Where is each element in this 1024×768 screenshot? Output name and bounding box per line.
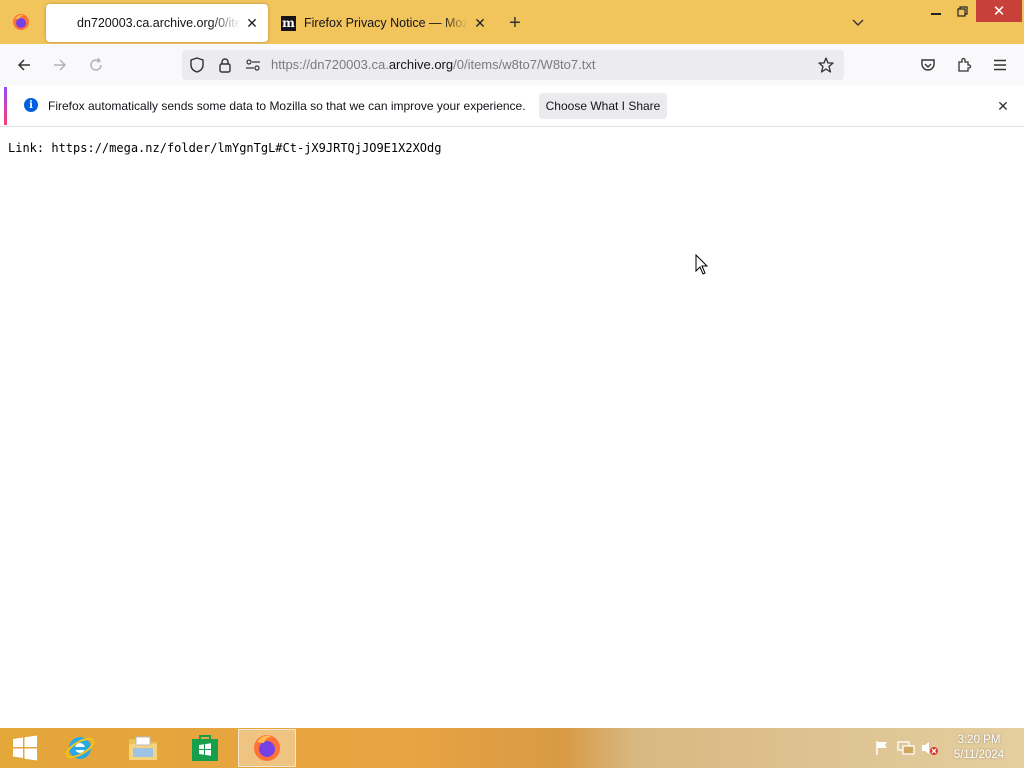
close-tab-icon[interactable]: ✕ <box>468 11 492 35</box>
notification-message: Firefox automatically sends some data to… <box>48 99 526 113</box>
tracking-protection-shield-icon[interactable] <box>187 55 207 75</box>
tab-archive-title: dn720003.ca.archive.org/0/items/w8to7/W8… <box>77 16 240 30</box>
new-tab-button[interactable]: + <box>502 10 528 36</box>
close-tab-icon[interactable]: ✕ <box>240 11 264 35</box>
permissions-icon[interactable] <box>243 55 263 75</box>
tab-archive[interactable]: dn720003.ca.archive.org/0/items/w8to7/W8… <box>46 4 268 42</box>
extensions-icon[interactable] <box>950 51 978 79</box>
bookmark-star-icon[interactable] <box>816 55 836 75</box>
internet-explorer-taskbar-icon[interactable] <box>51 729 109 767</box>
start-button[interactable] <box>0 728 50 768</box>
tab-strip: dn720003.ca.archive.org/0/items/w8to7/W8… <box>0 0 1024 44</box>
url-bar[interactable]: https://dn720003.ca.archive.org/0/items/… <box>182 50 844 80</box>
choose-what-i-share-button[interactable]: Choose What I Share <box>539 93 667 119</box>
forward-icon[interactable] <box>46 51 74 79</box>
plain-text-content: Link: https://mega.nz/folder/lmYgnTgL#Ct… <box>8 141 442 155</box>
store-taskbar-icon[interactable] <box>176 729 234 767</box>
close-window-button[interactable]: ✕ <box>976 0 1022 22</box>
pocket-icon[interactable] <box>914 51 942 79</box>
lock-icon[interactable] <box>215 55 235 75</box>
file-explorer-taskbar-icon[interactable] <box>114 729 172 767</box>
tab-privacy-notice[interactable]: m Firefox Privacy Notice — Mozilla ✕ <box>272 4 496 42</box>
back-icon[interactable] <box>10 51 38 79</box>
action-center-flag-icon[interactable] <box>873 740 891 756</box>
tab-privacy-notice-title: Firefox Privacy Notice — Mozilla <box>304 16 468 30</box>
info-icon: i <box>24 98 38 112</box>
url-text[interactable]: https://dn720003.ca.archive.org/0/items/… <box>271 57 595 72</box>
menu-icon[interactable] <box>986 51 1014 79</box>
reload-icon[interactable] <box>82 51 110 79</box>
url-prefix: https://dn720003.ca. <box>271 57 389 72</box>
clock-date: 5/11/2024 <box>953 749 1005 761</box>
firefox-taskbar-icon[interactable] <box>238 729 296 767</box>
navigation-toolbar: https://dn720003.ca.archive.org/0/items/… <box>0 44 1024 86</box>
taskbar: 3:20 PM 5/11/2024 <box>0 728 1024 768</box>
system-clock[interactable]: 3:20 PM 5/11/2024 <box>948 733 1010 763</box>
volume-muted-icon[interactable] <box>921 740 939 756</box>
clock-time: 3:20 PM <box>957 734 1001 746</box>
url-path: /0/items/w8to7/W8to7.txt <box>453 57 596 72</box>
page-content: Link: https://mega.nz/folder/lmYgnTgL#Ct… <box>0 127 1024 728</box>
mozilla-icon: m <box>281 15 296 31</box>
firefox-app-icon[interactable] <box>0 0 42 44</box>
network-icon[interactable] <box>897 740 915 756</box>
restore-button[interactable] <box>946 0 978 22</box>
close-notification-icon[interactable]: ✕ <box>993 96 1013 116</box>
data-collection-notification: i Firefox automatically sends some data … <box>4 87 1020 125</box>
list-all-tabs-icon[interactable] <box>845 10 871 36</box>
url-host: archive.org <box>388 57 454 72</box>
mouse-cursor-icon <box>695 254 709 275</box>
